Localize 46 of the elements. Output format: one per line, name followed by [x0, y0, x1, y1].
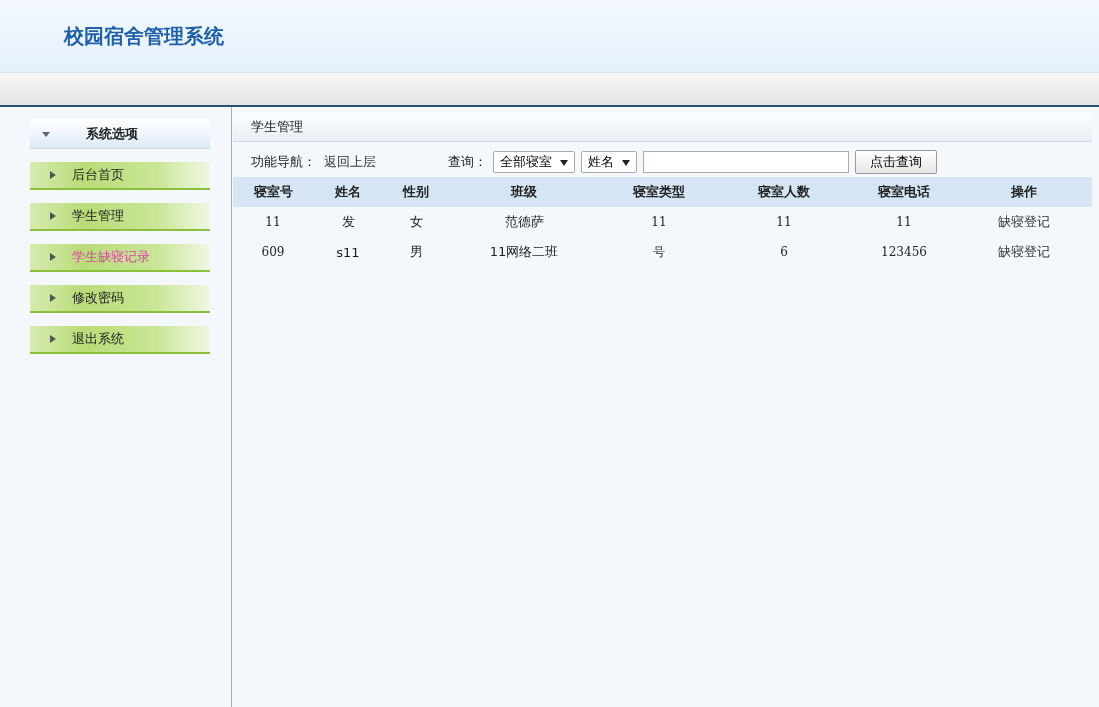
sidebar-item[interactable]: 后台首页: [30, 162, 210, 190]
table-cell-text: 号: [652, 243, 666, 261]
caret-icon: [42, 129, 50, 138]
panel-title: 学生管理: [251, 118, 303, 136]
table-cell-text: 11网络二班: [488, 243, 560, 261]
triangle-icon: [50, 294, 56, 302]
column-header: 姓名: [334, 183, 362, 201]
table-cell-text: 11: [650, 215, 668, 229]
search-field[interactable]: [643, 151, 850, 173]
triangle-icon: [50, 171, 56, 179]
table-cell-text: 123456: [880, 245, 928, 259]
column-header: 寝室类型: [631, 183, 686, 201]
table-cell-text: 女: [408, 213, 424, 231]
site-title: 校园宿舍管理系统: [64, 22, 224, 50]
table-cell-text: 11: [264, 215, 282, 229]
dorm-dropdown[interactable]: 全部寝室: [493, 151, 576, 173]
table-cell-text: s11: [335, 244, 361, 260]
sidebar-header[interactable]: 系统选项: [30, 119, 210, 149]
table-cell-text: 11: [775, 215, 793, 229]
dropdown-caret-icon: [560, 159, 569, 166]
table-cell-text: 6: [779, 245, 789, 259]
nav-label: 功能导航：: [251, 153, 316, 171]
table-cell-text: 男: [408, 243, 424, 261]
dropdown-caret-icon: [622, 159, 631, 166]
table-cell-text: 11: [895, 215, 913, 229]
query-button[interactable]: 点击查询: [855, 150, 938, 174]
column-header: 班级: [509, 183, 538, 201]
query-label: 查询：: [448, 153, 487, 171]
table-cell-text: 发: [340, 213, 356, 231]
absence-link[interactable]: 缺寝登记: [998, 213, 1050, 231]
column-header: 寝室号: [252, 183, 294, 201]
column-header: 寝室电话: [876, 183, 931, 201]
sidebar-item[interactable]: 修改密码: [30, 285, 210, 313]
column-header: 性别: [401, 183, 430, 201]
triangle-icon: [50, 253, 56, 261]
sidebar-item[interactable]: 学生管理: [30, 203, 210, 231]
sidebar-item[interactable]: 退出系统: [30, 326, 210, 354]
table-cell-text: 范德萨: [503, 213, 545, 231]
field-dropdown[interactable]: 姓名: [581, 151, 638, 173]
column-header: 操作: [1010, 183, 1038, 201]
table-cell-text: 609: [260, 245, 286, 259]
column-header: 寝室人数: [756, 183, 811, 201]
triangle-icon: [50, 212, 56, 220]
back-link[interactable]: 返回上层: [324, 153, 376, 171]
absence-link[interactable]: 缺寝登记: [998, 243, 1050, 261]
triangle-icon: [50, 335, 56, 343]
